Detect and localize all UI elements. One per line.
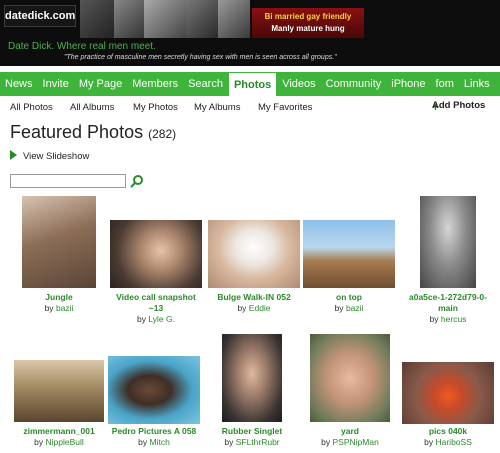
photo-caption: yard by PSPNipMan: [300, 426, 400, 448]
add-photos-label: Add Photos: [432, 100, 486, 111]
photo-author[interactable]: SFLthrRubr: [236, 437, 280, 447]
photo-thumbnail[interactable]: [402, 362, 494, 424]
photo-author[interactable]: HariboSS: [435, 437, 471, 447]
photo-title[interactable]: zimmermann_001: [10, 426, 108, 437]
site-quote: "The practice of masculine men secretly …: [64, 54, 337, 61]
photo-author-line: by Mitch: [104, 437, 204, 448]
by-label: by: [224, 437, 234, 447]
page-title-text: Featured Photos: [10, 122, 144, 142]
photo-title[interactable]: a0a5ce-1-272d79-0-main: [404, 292, 492, 314]
nav-my-page[interactable]: My Page: [74, 72, 127, 96]
by-label: by: [137, 314, 146, 324]
photo-title[interactable]: Video call snapshot ~13: [108, 292, 204, 314]
photo-caption: Bulge Walk-IN 052 by Eddie: [204, 292, 304, 314]
photo-caption: Jungle by bazii: [14, 292, 104, 314]
search-input[interactable]: [10, 174, 126, 188]
banner-ad[interactable]: Bi married gay friendly Manly mature hun…: [252, 8, 364, 38]
by-label: by: [429, 314, 439, 324]
photo-thumbnail[interactable]: [108, 356, 200, 424]
photo-author-line: by bazii: [303, 303, 395, 314]
banner-photo-strip: [80, 0, 250, 38]
photo-thumbnail[interactable]: [22, 196, 96, 288]
page-title: Featured Photos (282): [10, 122, 176, 143]
photo-author[interactable]: bazii: [56, 303, 73, 313]
by-label: by: [334, 303, 344, 313]
subnav-my-favorites[interactable]: My Favorites: [258, 102, 312, 113]
photo-author[interactable]: bazii: [346, 303, 363, 313]
ad-line-1: Bi married gay friendly: [264, 12, 352, 21]
nav-photos[interactable]: Photos: [227, 72, 278, 96]
by-label: by: [34, 437, 44, 447]
photo-thumbnail[interactable]: [303, 220, 395, 288]
photo-author[interactable]: Mitch: [150, 437, 170, 447]
nav-members[interactable]: Members: [127, 72, 183, 96]
nav-invite[interactable]: Invite: [38, 72, 74, 96]
photo-title[interactable]: Jungle: [14, 292, 104, 303]
photo-thumbnail[interactable]: [14, 360, 104, 422]
site-banner: datedick.com Bi married gay friendly Man…: [0, 0, 500, 66]
photo-author-line: by HariboSS: [400, 437, 496, 448]
site-tagline: Date Dick. Where real men meet.: [8, 41, 156, 52]
view-slideshow-link[interactable]: View Slideshow: [10, 150, 89, 162]
photo-author-line: by hercus: [404, 314, 492, 325]
photo-author[interactable]: hercus: [441, 314, 467, 324]
photo-title[interactable]: pics 040k: [400, 426, 496, 437]
photo-thumbnail[interactable]: [110, 220, 202, 288]
photo-caption: pics 040k by HariboSS: [400, 426, 496, 448]
photo-caption: on top by bazii: [303, 292, 395, 314]
nav-fom[interactable]: fom: [431, 72, 459, 96]
photo-caption: Pedro Pictures A 058 by Mitch: [104, 426, 204, 448]
main-nav: News Invite My Page Members Search Photo…: [0, 72, 500, 96]
nav-community[interactable]: Community: [321, 72, 387, 96]
by-label: by: [138, 437, 148, 447]
photo-title[interactable]: on top: [303, 292, 395, 303]
by-label: by: [44, 303, 54, 313]
ad-line-2: Manly mature hung: [271, 24, 345, 33]
photo-thumbnail[interactable]: [310, 334, 390, 422]
photo-caption: Rubber Singlet by SFLthrRubr: [204, 426, 300, 448]
search-icon[interactable]: [130, 174, 144, 188]
photo-caption: a0a5ce-1-272d79-0-main by hercus: [404, 292, 492, 325]
photo-author-line: by SFLthrRubr: [204, 437, 300, 448]
subnav-all-albums[interactable]: All Albums: [70, 102, 114, 113]
photo-title[interactable]: Pedro Pictures A 058: [104, 426, 204, 437]
nav-videos[interactable]: Videos: [277, 72, 320, 96]
photo-author[interactable]: Lyle G.: [148, 314, 175, 324]
nav-iphone[interactable]: iPhone: [386, 72, 430, 96]
photo-count: (282): [148, 127, 177, 141]
by-label: by: [424, 437, 434, 447]
by-label: by: [237, 303, 247, 313]
photo-title[interactable]: yard: [300, 426, 400, 437]
nav-links[interactable]: Links: [459, 72, 495, 96]
photo-author-line: by Lyle G.: [108, 314, 204, 325]
photo-caption: Video call snapshot ~13 by Lyle G.: [108, 292, 204, 325]
nav-search[interactable]: Search: [183, 72, 228, 96]
photo-author[interactable]: PSPNipMan: [333, 437, 379, 447]
subnav-my-albums[interactable]: My Albums: [194, 102, 240, 113]
photos-subnav: All Photos All Albums My Photos My Album…: [10, 100, 498, 116]
photo-title[interactable]: Bulge Walk-IN 052: [204, 292, 304, 303]
view-slideshow-label: View Slideshow: [23, 151, 90, 162]
site-logo[interactable]: datedick.com: [4, 5, 76, 27]
photo-author-line: by NippleBull: [10, 437, 108, 448]
nav-news[interactable]: News: [0, 72, 38, 96]
photo-thumbnail[interactable]: [222, 334, 282, 422]
subnav-my-photos[interactable]: My Photos: [133, 102, 178, 113]
photo-thumbnail[interactable]: [208, 220, 300, 288]
photo-author-line: by Eddie: [204, 303, 304, 314]
by-label: by: [321, 437, 331, 447]
photo-author-line: by PSPNipMan: [300, 437, 400, 448]
play-icon: [10, 150, 17, 160]
photo-thumbnail[interactable]: [420, 196, 476, 288]
subnav-all-photos[interactable]: All Photos: [10, 102, 53, 113]
photo-author[interactable]: Eddie: [249, 303, 271, 313]
photo-author-line: by bazii: [14, 303, 104, 314]
photo-author[interactable]: NippleBull: [46, 437, 84, 447]
photo-caption: zimmermann_001 by NippleBull: [10, 426, 108, 448]
photo-title[interactable]: Rubber Singlet: [204, 426, 300, 437]
